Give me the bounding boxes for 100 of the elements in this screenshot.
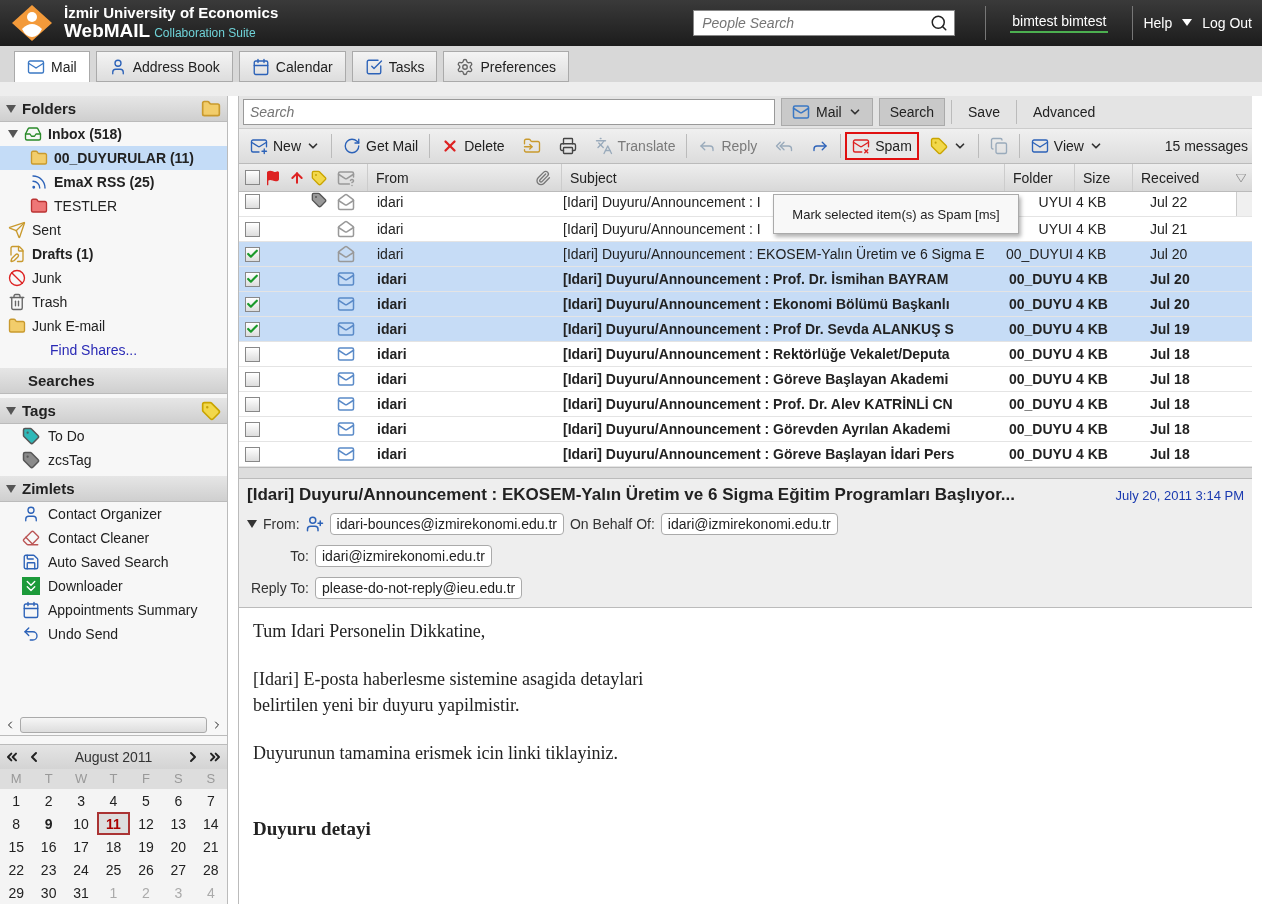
paperclip-icon[interactable] (535, 169, 551, 186)
row-checkbox[interactable] (245, 346, 260, 362)
section-header[interactable]: Folders (0, 96, 227, 122)
calendar-day[interactable]: 14 (194, 812, 227, 835)
expanded-arrow-icon[interactable] (6, 405, 16, 416)
zimlet-item[interactable]: Appointments Summary (0, 598, 227, 622)
calendar-day[interactable]: 7 (194, 789, 227, 812)
folder-item[interactable]: Trash (0, 290, 227, 314)
calendar-day[interactable]: 25 (97, 858, 130, 881)
row-checkbox[interactable] (245, 446, 260, 462)
toolbar-button[interactable]: View (1023, 132, 1110, 160)
folder-item[interactable]: Inbox (518) (0, 122, 227, 146)
zimlet-item[interactable]: Contact Organizer (0, 502, 227, 526)
sort-arrow-icon[interactable] (1236, 173, 1246, 182)
toolbar-button[interactable]: Spam (845, 132, 919, 160)
search-icon[interactable] (930, 14, 949, 32)
column-header[interactable]: From (367, 164, 535, 191)
save-button[interactable]: Save (958, 98, 1010, 126)
calendar-day[interactable]: 9 (32, 812, 65, 835)
envelope-question-icon[interactable] (337, 168, 355, 187)
zimlet-item[interactable]: Auto Saved Search (0, 550, 227, 574)
row-checkbox[interactable] (245, 371, 260, 387)
row-checkbox[interactable] (245, 421, 260, 437)
vertical-scrollbar[interactable] (1236, 192, 1252, 216)
section-header[interactable]: Zimlets (0, 476, 227, 502)
search-field[interactable]: Search (243, 99, 775, 125)
calendar-day[interactable]: 6 (162, 789, 195, 812)
message-row[interactable]: idari [Idari] Duyuru/Announcement : Prof Dr. Sevda ALANKUŞ S 00_DUYU 4 KB Jul 19 (239, 317, 1252, 342)
caret-icon[interactable] (1182, 19, 1193, 27)
new-folder-icon[interactable] (201, 98, 221, 119)
row-checkbox[interactable] (245, 271, 260, 287)
column-header[interactable]: Received (1132, 164, 1236, 191)
calendar-day[interactable]: 27 (162, 858, 195, 881)
section-header[interactable]: Searches (0, 368, 227, 394)
calendar-day[interactable]: 29 (0, 881, 33, 904)
calendar-day[interactable]: 22 (0, 858, 33, 881)
calendar-day[interactable]: 15 (0, 835, 33, 858)
select-all-checkbox[interactable] (245, 170, 260, 185)
collapse-arrow-icon[interactable] (247, 520, 257, 528)
app-tab[interactable]: Calendar (238, 51, 346, 82)
calendar-day[interactable]: 4 (97, 789, 130, 812)
folder-item[interactable]: Drafts (1) (0, 242, 227, 266)
column-header[interactable]: Folder (1004, 164, 1074, 191)
calendar-day[interactable]: 23 (32, 858, 65, 881)
calendar-day[interactable]: 13 (162, 812, 195, 835)
search-button[interactable]: Search (878, 98, 946, 126)
folder-item[interactable]: EmaX RSS (25) (0, 170, 227, 194)
toolbar-button[interactable]: Delete (434, 132, 512, 160)
row-checkbox[interactable] (245, 396, 260, 412)
expanded-arrow-icon[interactable] (6, 103, 16, 114)
calendar-day[interactable]: 30 (32, 881, 65, 904)
folder-item[interactable]: Junk (0, 266, 227, 290)
row-checkbox[interactable] (245, 296, 260, 312)
column-header[interactable]: Subject (561, 164, 1004, 191)
address-chip[interactable]: please-do-not-reply@ieu.edu.tr (315, 577, 523, 599)
advanced-button[interactable]: Advanced (1022, 98, 1106, 126)
tag-item[interactable]: zcsTag (0, 448, 227, 472)
help-menu[interactable]: Help (1143, 15, 1173, 31)
folder-item[interactable]: 00_DUYURULAR (11) (0, 146, 227, 170)
folder-item[interactable]: Junk E-mail (0, 314, 227, 338)
expanded-arrow-icon[interactable] (8, 129, 18, 139)
column-header[interactable]: Size (1074, 164, 1132, 191)
calendar-day[interactable]: 10 (64, 812, 98, 835)
calendar-day[interactable]: 3 (64, 789, 98, 812)
flag-icon[interactable] (265, 169, 281, 186)
section-header[interactable]: Tags (0, 398, 227, 424)
user-name[interactable]: bimtest bimtest (1010, 13, 1109, 33)
find-shares-link[interactable]: Find Shares... (0, 338, 227, 362)
calendar-day[interactable]: 2 (32, 789, 65, 812)
app-tab[interactable]: Tasks (351, 51, 438, 82)
zimlet-item[interactable]: Downloader (0, 574, 227, 598)
calendar-day[interactable]: 8 (0, 812, 33, 835)
calendar-day[interactable]: 31 (64, 881, 98, 904)
search-scope-button[interactable]: Mail (781, 98, 873, 126)
calendar-day[interactable]: 20 (162, 835, 195, 858)
message-row[interactable]: idari [Idari] Duyuru/Announcement : EKOSEM-Yalın Üretim ve 6 Sigma E 00_DUYUI 4 KB Jul 20 (239, 242, 1252, 267)
row-checkbox[interactable] (245, 221, 260, 237)
toolbar-button[interactable]: Get Mail (336, 132, 426, 160)
row-checkbox[interactable] (245, 194, 260, 210)
app-tab[interactable]: Address Book (95, 51, 233, 82)
app-tab[interactable]: Preferences (443, 51, 569, 82)
folder-item[interactable]: TESTLER (0, 194, 227, 218)
calendar-day[interactable]: 17 (64, 835, 98, 858)
horizontal-scrollbar[interactable] (0, 714, 227, 736)
calendar-day[interactable]: 26 (129, 858, 163, 881)
calendar-day[interactable]: 28 (194, 858, 227, 881)
app-tab[interactable]: Mail (14, 51, 90, 82)
row-checkbox[interactable] (245, 246, 260, 262)
tag-icon[interactable] (311, 169, 327, 186)
toolbar-button[interactable]: New (243, 132, 327, 160)
calendar-day[interactable]: 1 (0, 789, 33, 812)
people-search-field[interactable]: People Search (693, 10, 956, 36)
row-checkbox[interactable] (245, 321, 260, 337)
expanded-arrow-icon[interactable] (6, 483, 16, 494)
message-row[interactable]: idari [Idari] Duyuru/Announcement : Prof. Dr. İsmihan BAYRAM 00_DUYU 4 KB Jul 20 (239, 267, 1252, 292)
calendar-day[interactable]: 16 (32, 835, 65, 858)
calendar-day[interactable]: 24 (64, 858, 98, 881)
calendar-day[interactable]: 21 (194, 835, 227, 858)
logout-link[interactable]: Log Out (1202, 15, 1252, 31)
zimlet-item[interactable]: Undo Send (0, 622, 227, 646)
